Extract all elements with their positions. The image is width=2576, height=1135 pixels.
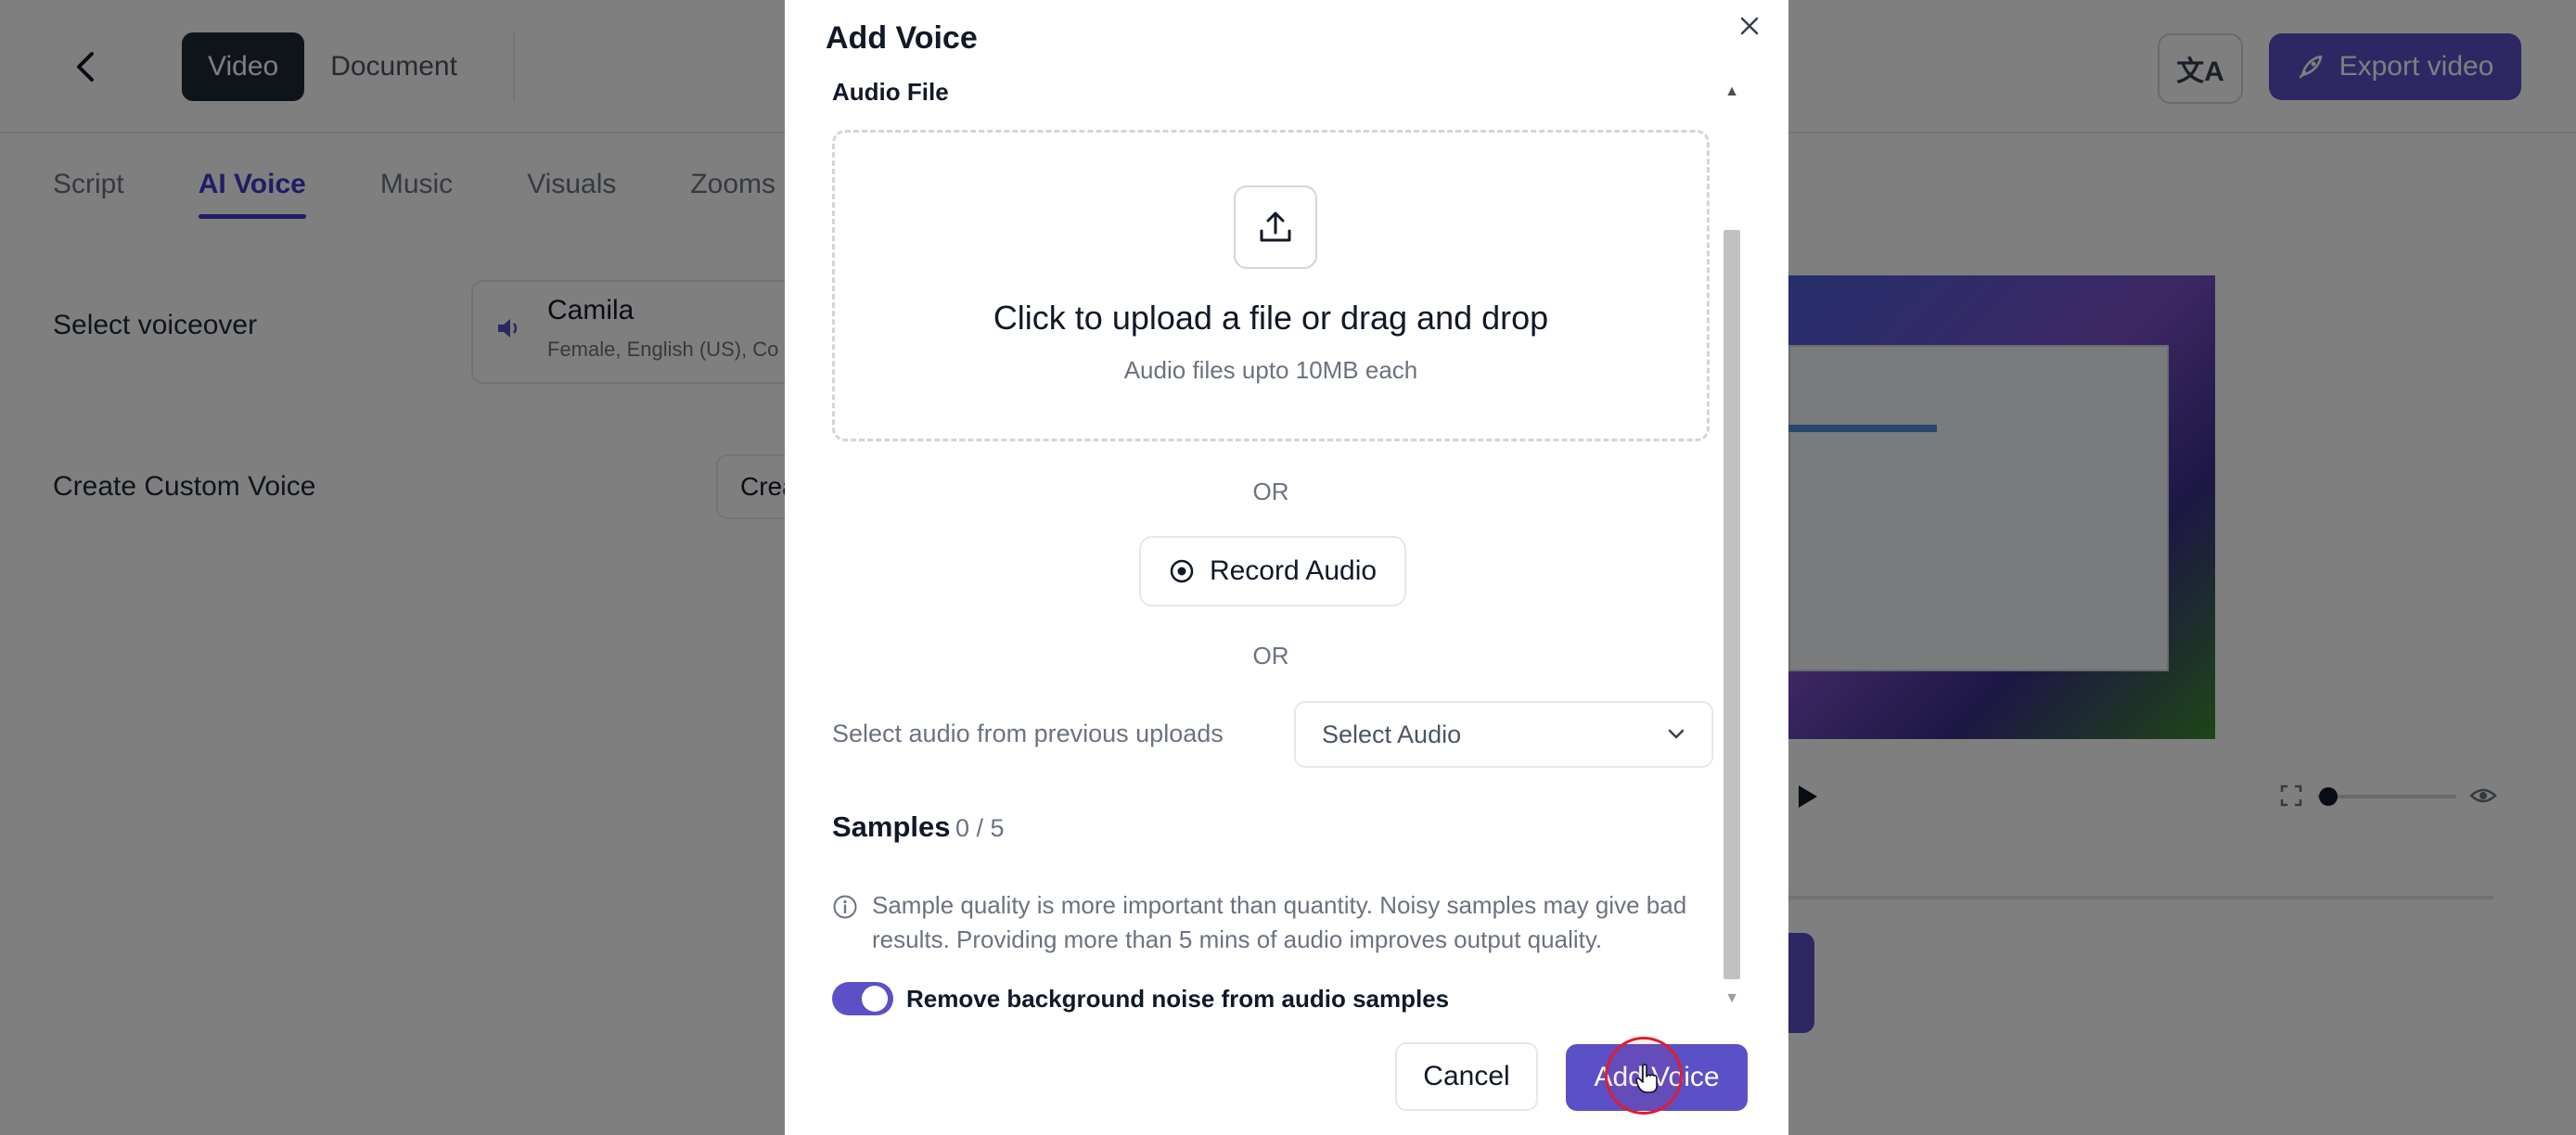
upload-icon xyxy=(1260,211,1291,242)
noise-removal-label: Remove background noise from audio sampl… xyxy=(906,985,1450,1013)
scrollbar-thumb[interactable] xyxy=(1724,230,1740,979)
close-icon xyxy=(1740,17,1759,35)
samples-heading: Samples xyxy=(832,810,951,843)
chevron-down-icon xyxy=(1668,729,1685,739)
cancel-label: Cancel xyxy=(1423,1061,1510,1091)
record-audio-button[interactable]: Record Audio xyxy=(1139,536,1406,606)
samples-count: 0 / 5 xyxy=(955,814,1005,842)
upload-size-hint: Audio files upto 10MB each xyxy=(1123,356,1418,384)
or-divider: OR xyxy=(1252,478,1289,505)
toggle-knob xyxy=(862,986,888,1012)
upload-instructions: Click to upload a file or drag and drop xyxy=(993,299,1549,337)
upload-dropzone[interactable] xyxy=(832,130,1710,441)
upload-button[interactable] xyxy=(1234,185,1317,269)
scroll-down-arrow[interactable]: ▼ xyxy=(1724,990,1740,1007)
previous-uploads-label: Select audio from previous uploads xyxy=(832,720,1224,747)
or-divider-2: OR xyxy=(1252,642,1289,670)
info-icon xyxy=(833,895,857,919)
record-icon xyxy=(1170,559,1194,583)
close-button[interactable] xyxy=(1731,7,1768,45)
select-audio-value: Select Audio xyxy=(1322,720,1462,748)
select-audio-dropdown[interactable]: Select Audio xyxy=(1294,701,1713,768)
dialog-title: Add Voice xyxy=(826,20,978,56)
cancel-button[interactable]: Cancel xyxy=(1395,1042,1538,1111)
scroll-up-arrow[interactable]: ▲ xyxy=(1724,83,1740,100)
sample-quality-note: Sample quality is more important than qu… xyxy=(872,891,1687,953)
audio-file-label: Audio File xyxy=(832,78,949,106)
pointer-hand-icon xyxy=(1635,1064,1658,1093)
record-audio-label: Record Audio xyxy=(1209,555,1378,586)
